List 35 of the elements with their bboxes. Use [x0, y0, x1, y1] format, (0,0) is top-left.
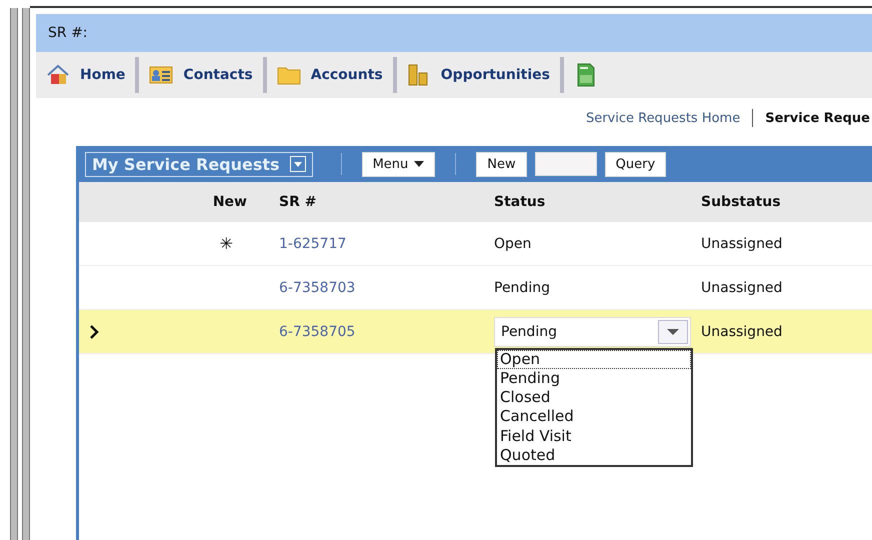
caret-icon: [414, 161, 424, 167]
table-cell: Unassigned: [701, 236, 782, 252]
table-row[interactable]: ✳ 1-625717 Open Unassigned: [79, 222, 872, 266]
caret-icon: [290, 156, 306, 172]
table-cell: Unassigned: [701, 324, 782, 340]
row-pointer-icon: [89, 324, 99, 338]
column-header[interactable]: Substatus: [691, 194, 851, 210]
tab[interactable]: Home: [36, 57, 140, 93]
toolbar-button[interactable]: Menu: [362, 152, 436, 176]
sr-link[interactable]: 1-625717: [279, 236, 346, 252]
dropdown-option[interactable]: Open: [497, 350, 691, 369]
house-icon: [46, 63, 70, 87]
table-cell: Unassigned: [701, 280, 782, 296]
tab[interactable]: Accounts: [266, 57, 397, 93]
dropdown-option[interactable]: Quoted: [497, 446, 691, 465]
subnav-link[interactable]: Service Requests Home: [586, 110, 740, 126]
dropdown-option[interactable]: Cancelled: [497, 407, 691, 426]
toolbar-button[interactable]: Query: [604, 152, 666, 176]
table-cell: Pending: [494, 280, 550, 296]
column-header[interactable]: New: [109, 194, 269, 210]
sr-link[interactable]: 6-7358703: [279, 280, 356, 296]
table-cell: Open: [494, 236, 532, 252]
subnav-link[interactable]: Service Reque: [765, 110, 870, 126]
view-selector[interactable]: My Service Requests: [85, 152, 313, 176]
toolbar-button[interactable]: New: [476, 152, 527, 176]
column-header[interactable]: SR #: [269, 194, 484, 210]
new-marker: ✳: [220, 234, 233, 253]
column-header[interactable]: Status: [484, 194, 691, 210]
dropdown-option[interactable]: Field Visit: [497, 426, 691, 446]
tab[interactable]: Contacts: [139, 57, 267, 93]
header-label: SR #:: [48, 25, 88, 41]
tab[interactable]: Opportunities: [396, 57, 564, 93]
dropdown-option[interactable]: Pending: [497, 368, 691, 388]
dropdown-option[interactable]: Closed: [497, 388, 691, 408]
sr-link[interactable]: 6-7358705: [279, 324, 356, 340]
